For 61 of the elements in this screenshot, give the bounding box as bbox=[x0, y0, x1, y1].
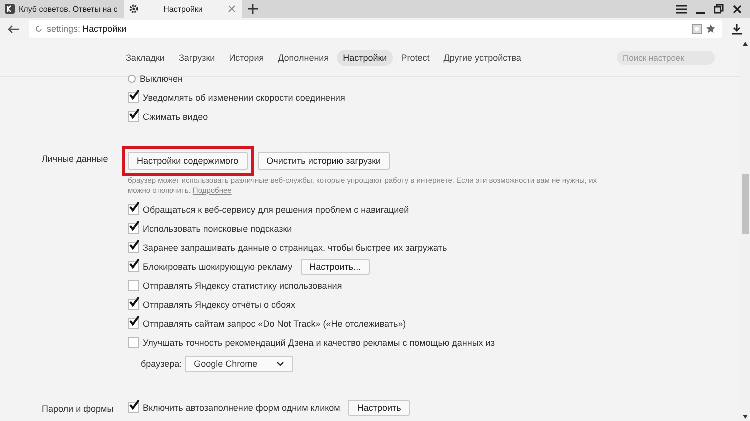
option-label: Включить автозаполнение форм одним кликом bbox=[143, 402, 340, 412]
checkbox[interactable] bbox=[128, 204, 139, 215]
settings-button[interactable]: Очистить историю загрузки bbox=[258, 152, 390, 170]
page-title: Настройки bbox=[82, 24, 127, 34]
option-label: Уведомлять об изменении скорости соединения bbox=[143, 92, 346, 102]
new-tab-icon[interactable] bbox=[248, 4, 258, 14]
nav-tab[interactable]: Дополнения bbox=[272, 50, 336, 66]
checkbox[interactable] bbox=[128, 111, 139, 122]
nav-tab[interactable]: Загрузки bbox=[172, 50, 222, 66]
option-label: Блокировать шокирующую рекламу bbox=[143, 262, 293, 272]
option-label: Отправлять сайтам запрос «Do Not Track» («Не отслеживать») bbox=[143, 318, 406, 328]
reload-icon bbox=[35, 25, 43, 33]
checkbox[interactable] bbox=[128, 92, 139, 103]
option-label: Отправлять Яндексу отчёты о сбоях bbox=[143, 300, 296, 310]
gear-icon bbox=[128, 4, 139, 14]
nav-tab[interactable]: Другие устройства bbox=[438, 50, 528, 66]
tab-title: Настройки bbox=[162, 4, 204, 14]
nav-tab[interactable]: Закладки bbox=[120, 50, 171, 66]
select-label: браузера: bbox=[141, 359, 182, 369]
checkbox[interactable] bbox=[128, 402, 139, 413]
browser-tab[interactable]: Настройки bbox=[124, 0, 242, 18]
extension-icon[interactable] bbox=[692, 24, 702, 34]
nav-tab[interactable]: Настройки bbox=[337, 50, 394, 66]
option-label: Заранее запрашивать данные о страницах, чтобы быстрее их загружать bbox=[143, 242, 448, 252]
section-label: Пароли и формы bbox=[42, 404, 114, 414]
url-scheme: settings: bbox=[47, 24, 81, 34]
section-label: Личные данные bbox=[42, 154, 108, 164]
chevron-down-icon bbox=[277, 362, 284, 366]
option-label: Отправлять Яндексу статистику использования bbox=[143, 280, 342, 290]
checkbox[interactable] bbox=[128, 318, 139, 329]
nav-tab[interactable]: Protect bbox=[395, 50, 436, 66]
scroll-up-icon[interactable] bbox=[742, 42, 748, 46]
star-icon[interactable] bbox=[706, 24, 716, 34]
settings-button[interactable]: Настройки содержимого bbox=[128, 152, 248, 170]
tab-title: Клуб советов. Ответы на с bbox=[19, 4, 118, 14]
back-arrow-icon[interactable] bbox=[8, 24, 19, 34]
checkbox[interactable] bbox=[128, 223, 139, 234]
option-label: Улучшать точность рекомендаций Дзена и качество рекламы с помощью данных из bbox=[143, 338, 495, 348]
checkbox[interactable] bbox=[128, 280, 139, 291]
configure-button[interactable]: Настроить... bbox=[300, 258, 370, 274]
close-icon[interactable] bbox=[733, 4, 742, 14]
radio-button[interactable] bbox=[128, 74, 136, 82]
option-label: Обращаться к веб-сервису для решения проблем с навигацией bbox=[143, 204, 410, 214]
address-field[interactable]: settings: Настройки bbox=[29, 20, 722, 38]
checkbox[interactable] bbox=[128, 299, 139, 310]
restore-icon[interactable] bbox=[714, 4, 724, 14]
option-label: Сжимать видео bbox=[143, 112, 208, 122]
checkbox[interactable] bbox=[128, 261, 139, 272]
configure-button[interactable]: Настроить bbox=[348, 400, 410, 416]
site-favicon-icon bbox=[5, 4, 15, 14]
checkbox[interactable] bbox=[128, 337, 139, 348]
option-label: Использовать поисковые подсказки bbox=[143, 224, 292, 234]
download-icon[interactable] bbox=[732, 24, 742, 34]
browser-tab[interactable]: Клуб советов. Ответы на с bbox=[0, 0, 124, 18]
browser-dropdown[interactable]: Google Chrome bbox=[185, 356, 294, 372]
option-label: Выключен bbox=[140, 74, 183, 84]
menu-icon[interactable] bbox=[676, 4, 687, 14]
nav-tab[interactable]: История bbox=[223, 50, 270, 66]
search-field[interactable]: Поиск настроек bbox=[617, 51, 715, 65]
scroll-down-icon[interactable] bbox=[742, 415, 748, 419]
checkbox[interactable] bbox=[128, 242, 139, 253]
